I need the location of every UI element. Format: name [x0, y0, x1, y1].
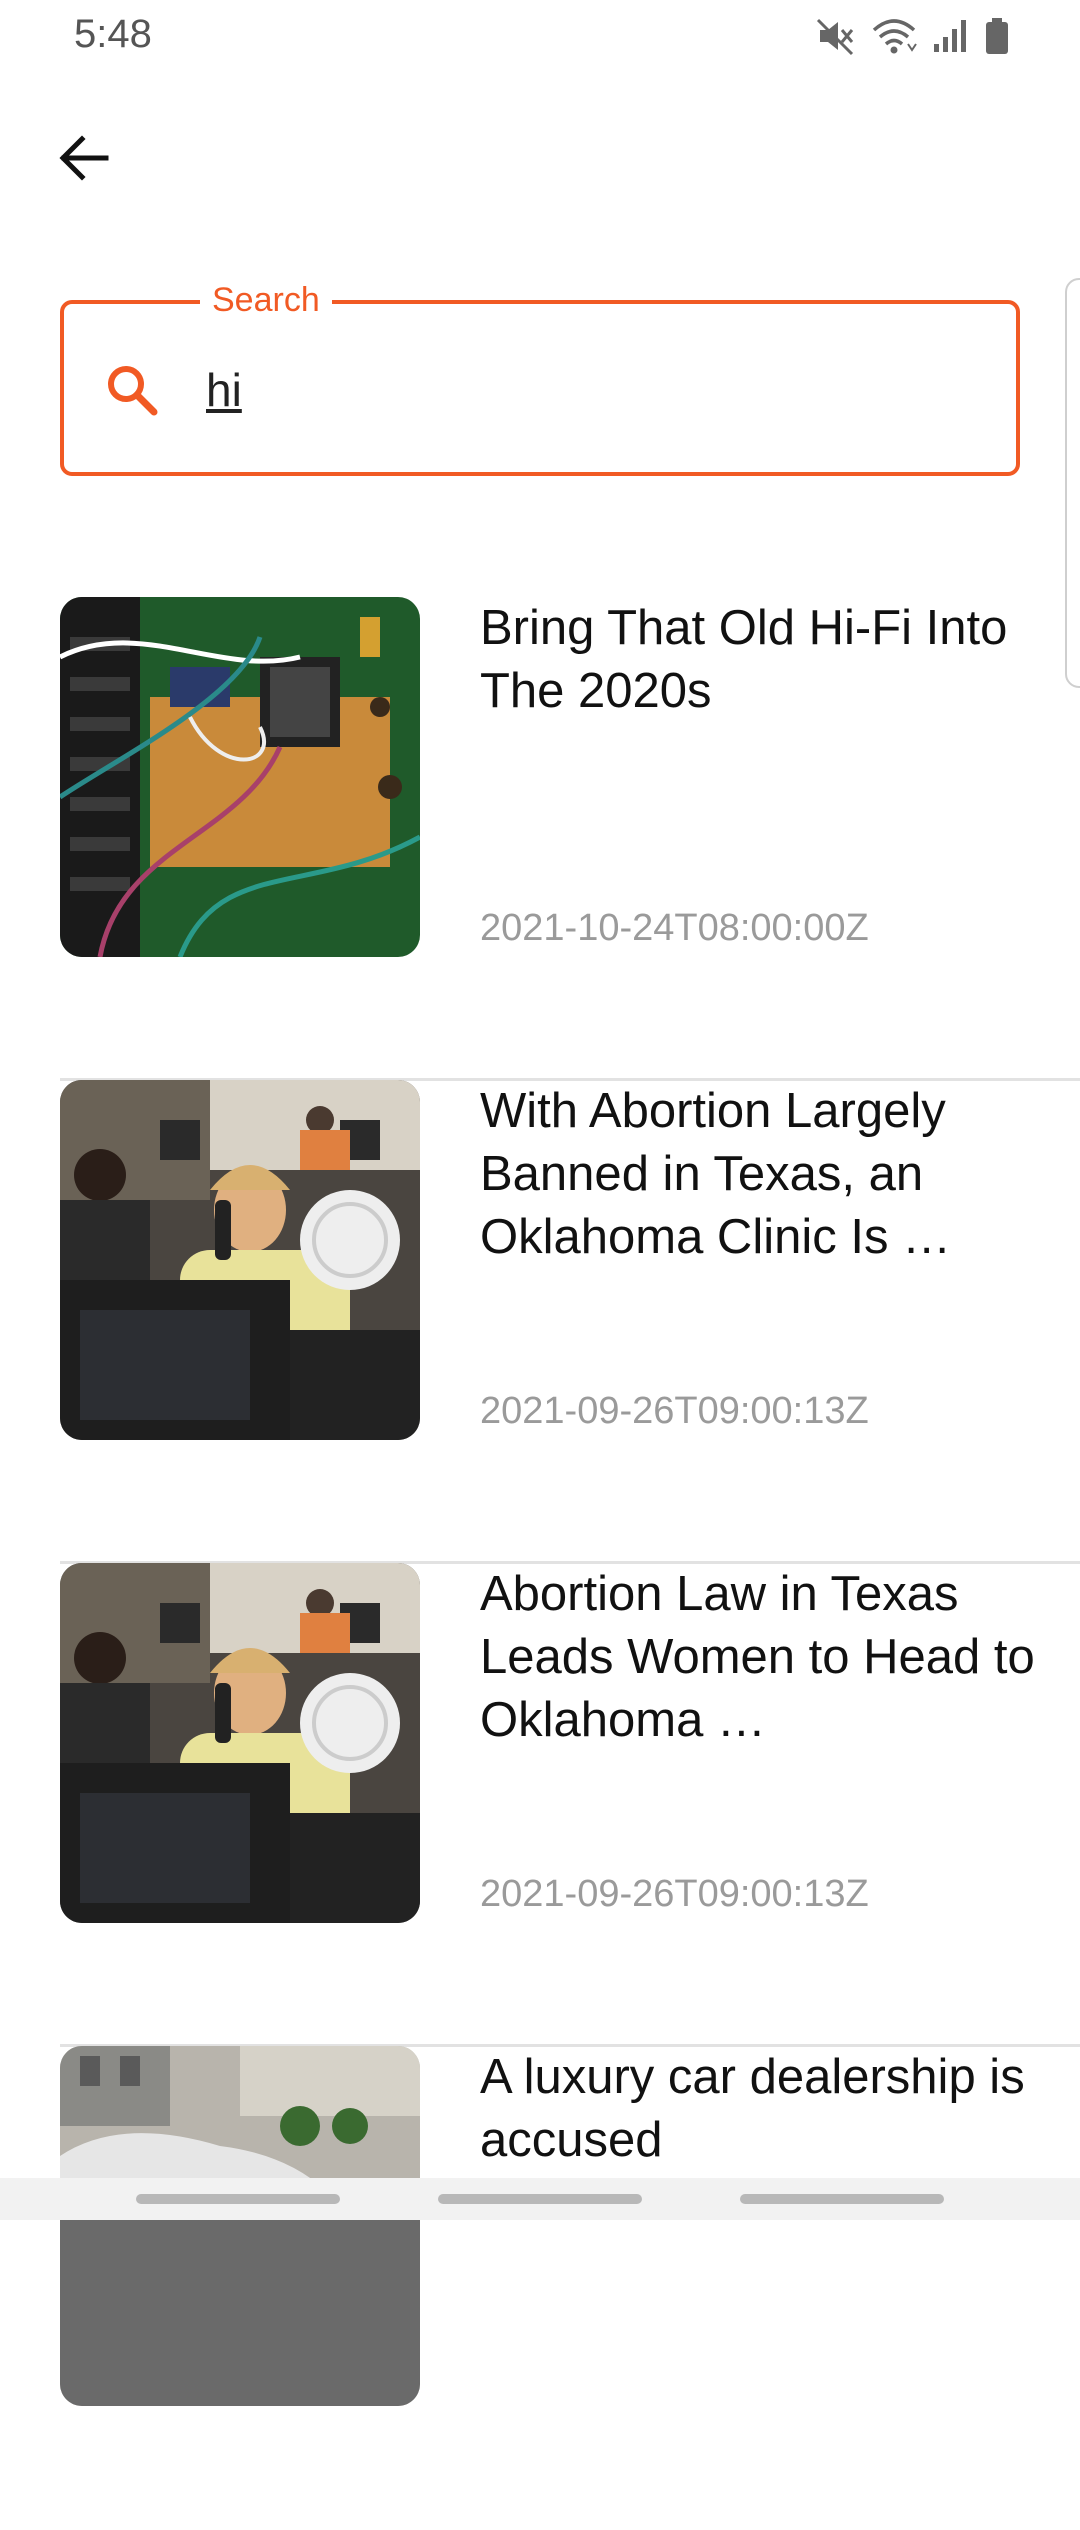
nav-home-button[interactable]: [438, 2194, 642, 2204]
clinic-phone-photo: [60, 1563, 420, 1923]
article-title: Bring That Old Hi-Fi Into The 2020s: [480, 601, 1008, 718]
search-input[interactable]: hi: [206, 360, 242, 420]
arrow-left-icon: [59, 135, 109, 181]
car-dealership-photo: [60, 2046, 420, 2406]
nav-recent-button[interactable]: [136, 2194, 340, 2204]
wifi-icon: [870, 16, 918, 56]
article-item[interactable]: Bring That Old Hi-Fi Into The 2020s 2021…: [60, 597, 1080, 1081]
nav-back-button[interactable]: [740, 2194, 944, 2204]
battery-icon: [984, 16, 1010, 56]
article-item[interactable]: A luxury car dealership is accused: [60, 2046, 1080, 2530]
article-title: With Abortion Largely Banned in Texas, a…: [480, 1084, 952, 1264]
circuit-board-photo: [60, 597, 420, 957]
article-date: 2021-09-26T09:00:13Z: [480, 1390, 869, 1432]
article-thumbnail: [60, 2046, 420, 2406]
article-item[interactable]: Abortion Law in Texas Leads Women to Hea…: [60, 1563, 1080, 2047]
system-nav-bar: [0, 2178, 1080, 2220]
article-date: 2021-10-24T08:00:00Z: [480, 907, 869, 949]
article-thumbnail: [60, 597, 420, 957]
article-item[interactable]: With Abortion Largely Banned in Texas, a…: [60, 1080, 1080, 1564]
status-time: 5:48: [74, 12, 152, 56]
article-title: Abortion Law in Texas Leads Women to Hea…: [480, 1567, 1035, 1747]
article-date: 2021-09-26T09:00:13Z: [480, 1873, 869, 1915]
back-button[interactable]: [44, 118, 124, 198]
signal-icon: [932, 16, 970, 56]
search-icon: [102, 360, 162, 420]
article-thumbnail: [60, 1563, 420, 1923]
search-label: Search: [200, 278, 332, 322]
article-title: A luxury car dealership is accused: [480, 2050, 1025, 2167]
status-icons: [814, 14, 1010, 58]
mute-icon: [814, 16, 856, 56]
article-thumbnail: [60, 1080, 420, 1440]
clinic-phone-photo: [60, 1080, 420, 1440]
status-bar: 5:48: [0, 0, 1080, 72]
search-field[interactable]: Search hi: [60, 278, 1020, 476]
